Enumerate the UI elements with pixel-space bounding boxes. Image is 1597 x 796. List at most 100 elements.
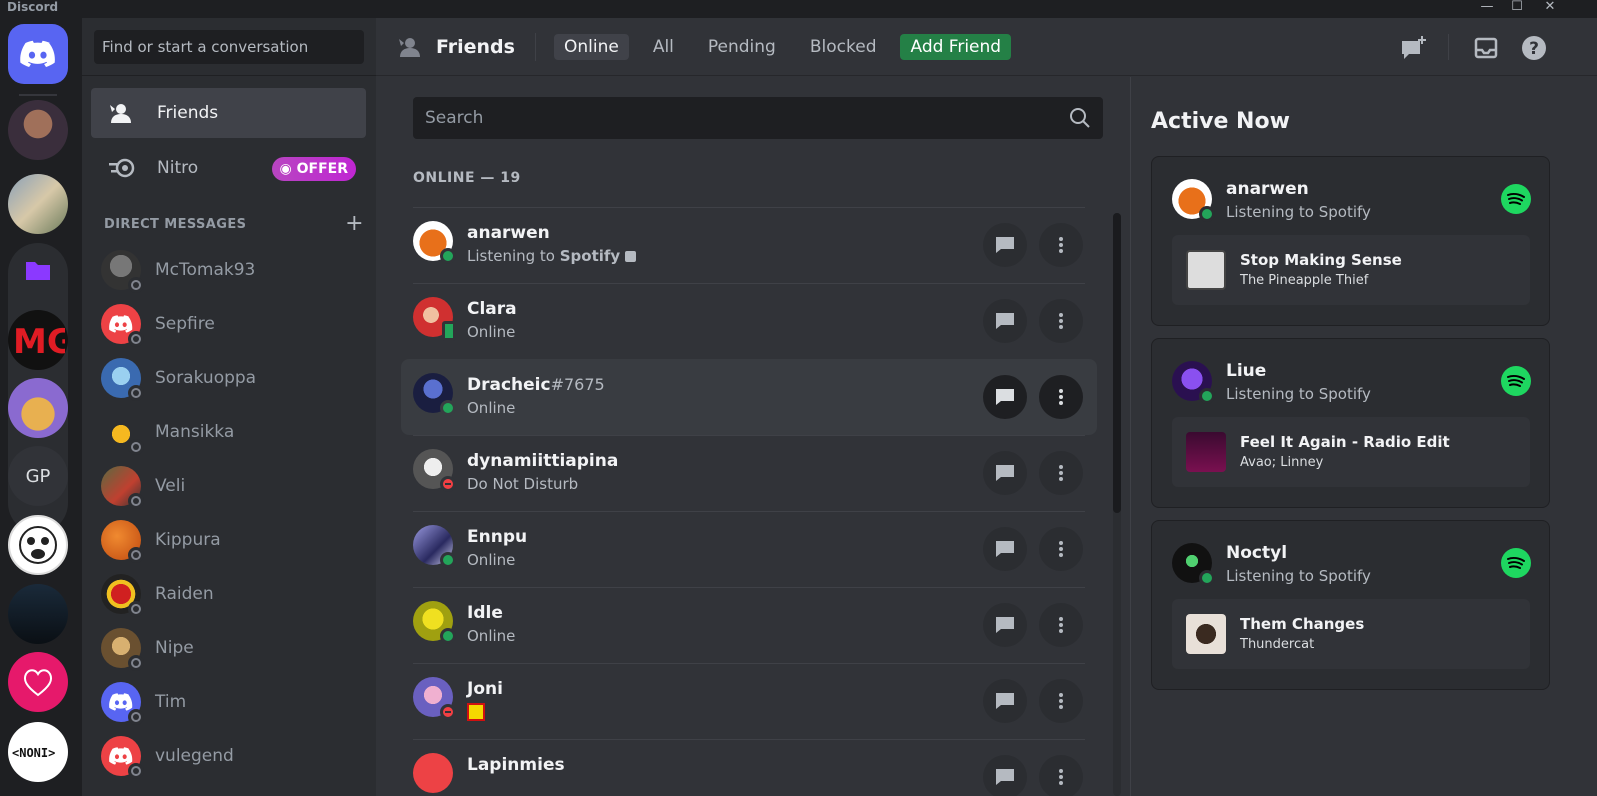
dm-item[interactable]: Tim (91, 677, 366, 727)
message-button[interactable] (983, 451, 1027, 495)
server-icon-mg[interactable]: MG (8, 310, 68, 370)
friend-name: dynamiittiapina (467, 451, 618, 471)
avatar (1172, 361, 1215, 404)
friend-row[interactable]: Lapinmies (401, 739, 1097, 796)
more-button[interactable] (1039, 223, 1083, 267)
server-icon-gp[interactable]: GP (8, 446, 68, 506)
folder-icon[interactable] (8, 240, 68, 300)
server-icon-7[interactable]: <NONI> (8, 722, 68, 782)
page-title: Friends (398, 36, 515, 58)
active-card[interactable]: Noctyl Listening to Spotify Them Changes… (1151, 520, 1550, 690)
message-button[interactable] (983, 603, 1027, 647)
svg-text:?: ? (1529, 39, 1539, 59)
more-button[interactable] (1039, 527, 1083, 571)
more-button[interactable] (1039, 755, 1083, 796)
new-group-dm-icon[interactable] (1400, 34, 1428, 62)
avatar (413, 677, 456, 720)
dm-sidebar: Find or start a conversation Friends Nit… (82, 18, 376, 796)
more-icon (1059, 313, 1063, 329)
message-button[interactable] (983, 299, 1027, 343)
friends-search-input[interactable]: Search (413, 97, 1103, 139)
status-dnd (440, 704, 456, 720)
dm-item[interactable]: McTomak93 (91, 245, 366, 295)
friend-name-text: dynamiittiapina (467, 451, 619, 471)
album-art (1186, 250, 1226, 290)
message-button[interactable] (983, 223, 1027, 267)
spotify-icon (1501, 184, 1531, 214)
friend-row[interactable]: Dracheic#7675 Online (401, 359, 1097, 435)
friends-scrollbar[interactable] (1113, 213, 1121, 513)
dm-item[interactable]: vulegend (91, 731, 366, 781)
message-button[interactable] (983, 527, 1027, 571)
dm-name: Sepfire (155, 314, 215, 334)
help-icon[interactable]: ? (1520, 34, 1548, 62)
minimize-button[interactable]: — (1477, 0, 1497, 14)
status-online (440, 248, 456, 264)
friend-row[interactable]: dynamiittiapina Do Not Disturb (401, 435, 1097, 511)
track-card[interactable]: Stop Making Sense The Pineapple Thief (1172, 235, 1530, 305)
home-button[interactable] (8, 24, 68, 84)
maximize-button[interactable]: ☐ (1507, 0, 1527, 14)
track-card[interactable]: Feel It Again - Radio Edit Avao; Linney (1172, 417, 1530, 487)
message-button[interactable] (983, 679, 1027, 723)
add-friend-button[interactable]: Add Friend (900, 33, 1012, 60)
close-button[interactable]: ✕ (1540, 0, 1560, 14)
row-divider (413, 435, 1085, 436)
tab-blocked[interactable]: Blocked (800, 34, 887, 60)
find-conversation-input[interactable]: Find or start a conversation (94, 30, 364, 64)
more-button[interactable] (1039, 299, 1083, 343)
track-card[interactable]: Them Changes Thundercat (1172, 599, 1530, 669)
server-icon-2[interactable] (8, 174, 68, 234)
friend-row[interactable]: Clara Online (401, 283, 1097, 359)
tab-pending[interactable]: Pending (698, 34, 786, 60)
tab-online[interactable]: Online (553, 33, 629, 60)
dm-item[interactable]: Sepfire (91, 299, 366, 349)
dm-name: Kippura (155, 530, 221, 550)
row-divider (413, 283, 1085, 284)
avatar (413, 297, 456, 341)
inbox-icon[interactable] (1472, 34, 1500, 62)
dm-item[interactable]: Kippura (91, 515, 366, 565)
dm-item[interactable]: Raiden (91, 569, 366, 619)
friend-row[interactable]: anarwen Listening to Spotify (401, 207, 1097, 283)
dm-item[interactable]: Sorakuoppa (91, 353, 366, 403)
friend-row[interactable]: Joni (401, 663, 1097, 739)
nav-nitro[interactable]: Nitro ◉ OFFER (91, 143, 366, 193)
message-button[interactable] (983, 375, 1027, 419)
nav-friends[interactable]: Friends (91, 88, 366, 138)
dm-name: Veli (155, 476, 186, 496)
more-button[interactable] (1039, 603, 1083, 647)
friend-status: Online (467, 551, 516, 569)
more-button[interactable] (1039, 451, 1083, 495)
dm-item[interactable]: Veli (91, 461, 366, 511)
server-icon-6[interactable] (8, 652, 68, 712)
tab-all[interactable]: All (643, 34, 684, 60)
server-icon-3[interactable] (8, 378, 68, 438)
server-icon-4[interactable] (8, 515, 68, 575)
active-activity: Listening to Spotify (1226, 385, 1371, 403)
avatar (101, 574, 144, 617)
nitro-offer-badge[interactable]: ◉ OFFER (271, 157, 356, 181)
friend-status: Listening to Spotify (467, 247, 636, 265)
message-button[interactable] (983, 755, 1027, 796)
more-button[interactable] (1039, 375, 1083, 419)
friend-name-text: anarwen (467, 223, 550, 243)
direct-messages-header: DIRECT MESSAGES + (104, 211, 364, 236)
create-dm-button[interactable]: + (345, 211, 364, 236)
status-offline (128, 385, 144, 401)
status-mobile (442, 321, 456, 341)
row-divider (413, 511, 1085, 512)
friend-row[interactable]: Ennpu Online (401, 511, 1097, 587)
avatar (413, 221, 456, 264)
dm-item[interactable]: Nipe (91, 623, 366, 673)
active-card[interactable]: Liue Listening to Spotify Feel It Again … (1151, 338, 1550, 508)
active-card[interactable]: anarwen Listening to Spotify Stop Making… (1151, 156, 1550, 326)
server-icon-5[interactable] (8, 584, 68, 644)
more-button[interactable] (1039, 679, 1083, 723)
spotify-icon (1501, 366, 1531, 396)
server-icon-1[interactable] (8, 100, 68, 160)
friend-row[interactable]: Idle Online (401, 587, 1097, 663)
dm-item[interactable]: Mansikka (91, 407, 366, 457)
discord-logo-icon (20, 40, 55, 67)
more-icon (1059, 541, 1063, 557)
